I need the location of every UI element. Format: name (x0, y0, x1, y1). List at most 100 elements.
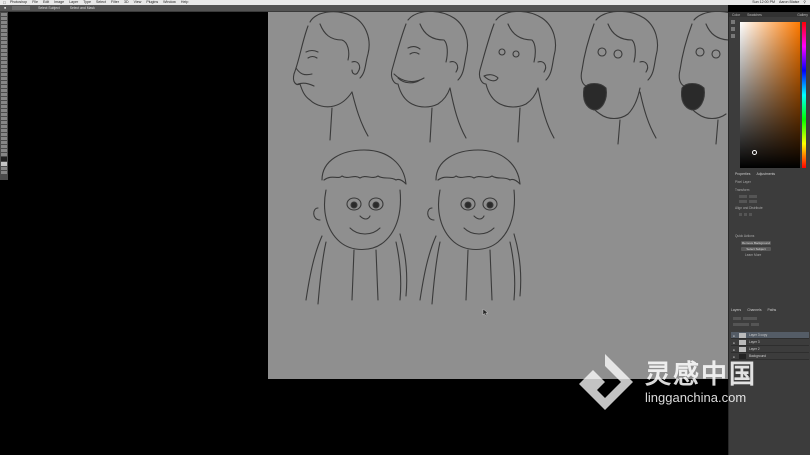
count-tool-icon[interactable] (1, 117, 7, 120)
tab-adjustments[interactable]: Adjustments (756, 172, 775, 176)
width-field[interactable] (739, 194, 747, 198)
brushes-panel-icon[interactable] (731, 27, 735, 31)
eye-icon[interactable]: ● (733, 341, 736, 345)
tab-swatches[interactable]: Swatches (747, 13, 762, 17)
pencil-tool-icon[interactable] (1, 141, 7, 144)
watermark-chinese: 灵感中国 (645, 359, 758, 389)
layer-name: Layer 2 (749, 347, 760, 351)
layer-thumbnail (739, 346, 746, 352)
shape-tool-icon[interactable] (1, 85, 7, 88)
gradient-tool-icon[interactable] (1, 61, 7, 64)
type-tool-icon[interactable] (1, 77, 7, 80)
remove-background-button[interactable]: Remove Background (741, 241, 771, 245)
layer-row[interactable]: ● Layer 3 (731, 339, 809, 346)
watermark-site: lingganchina.com (645, 390, 747, 405)
marquee-tool-icon[interactable] (1, 17, 7, 20)
color-panel-header: Color Swatches Gallery (729, 12, 810, 17)
more-tools-icon[interactable] (1, 101, 7, 104)
move-tool-icon[interactable] (1, 13, 7, 16)
select-subject-option[interactable]: Select Subject (38, 6, 60, 10)
dodge-tool-icon[interactable] (1, 69, 7, 72)
history-panel-icon[interactable] (731, 20, 735, 24)
stamp-tool-icon[interactable] (1, 49, 7, 52)
layer-thumbnail (739, 332, 746, 338)
layer-thumbnail (739, 339, 746, 345)
align-center-icon[interactable] (744, 212, 747, 216)
eyedropper-tool-icon[interactable] (1, 37, 7, 40)
foreground-color-swatch[interactable] (1, 157, 7, 161)
man-head-sketch-1 (292, 12, 370, 141)
transform-fields-2 (739, 199, 759, 203)
rotate-view-tool-icon[interactable] (1, 105, 7, 108)
tool-preset-icon[interactable]: ■ (4, 6, 6, 10)
actions-panel-icon[interactable] (731, 34, 735, 38)
tab-gallery[interactable]: Gallery (797, 13, 808, 17)
paint-bucket-tool-icon[interactable] (1, 149, 7, 152)
search-icon[interactable]: ⚲ (803, 0, 806, 5)
edit-toolbar-icon[interactable] (1, 97, 7, 100)
mixer-brush-tool-icon[interactable] (1, 137, 7, 140)
height-field[interactable] (749, 194, 757, 198)
x-field[interactable] (739, 199, 747, 203)
history-brush-tool-icon[interactable] (1, 53, 7, 56)
learn-more-link[interactable]: Learn More (745, 253, 761, 257)
color-field[interactable] (740, 22, 800, 168)
pen-tool-icon[interactable] (1, 73, 7, 76)
select-and-mask-option[interactable]: Select and Mask (70, 6, 95, 10)
zoom-tool-icon[interactable] (1, 93, 7, 96)
blur-tool-icon[interactable] (1, 65, 7, 68)
healing-tool-icon[interactable] (1, 41, 7, 44)
document-canvas[interactable] (268, 12, 728, 379)
screen-mode-icon[interactable] (1, 171, 7, 174)
blend-mode-select[interactable] (733, 322, 749, 326)
crop-tool-icon[interactable] (1, 29, 7, 32)
color-marker-icon[interactable] (752, 150, 757, 155)
opacity-field[interactable] (751, 322, 759, 326)
smudge-tool-icon[interactable] (1, 129, 7, 132)
align-right-icon[interactable] (749, 212, 752, 216)
tab-properties[interactable]: Properties (735, 172, 750, 176)
eraser-tool-icon[interactable] (1, 57, 7, 60)
layer-name: Layer 3 copy (749, 333, 768, 337)
background-color-swatch[interactable] (1, 162, 7, 166)
align-left-icon[interactable] (739, 212, 742, 216)
sharpen-tool-icon[interactable] (1, 153, 7, 156)
man-head-sketch-5 (678, 12, 728, 145)
brush-tool-icon[interactable] (1, 45, 7, 48)
artboard-tool-icon[interactable] (1, 121, 7, 124)
watermark: 灵感中国 lingganchina.com (575, 352, 785, 412)
tab-channels[interactable]: Channels (747, 308, 761, 312)
girl-head-sketch-2 (419, 149, 522, 305)
layer-kind-filter[interactable] (733, 316, 741, 320)
slice-tool-icon[interactable] (1, 125, 7, 128)
color-replace-tool-icon[interactable] (1, 145, 7, 148)
note-tool-icon[interactable] (1, 113, 7, 116)
sponge-tool-icon[interactable] (1, 133, 7, 136)
select-subject-button[interactable]: Select Subject (741, 247, 771, 251)
tab-paths[interactable]: Paths (768, 308, 777, 312)
frame-tool-icon[interactable] (1, 33, 7, 36)
color-picker[interactable] (740, 22, 806, 168)
hand-tool-icon[interactable] (1, 89, 7, 92)
properties-title: Pixel Layer (735, 180, 751, 184)
y-field[interactable] (749, 199, 757, 203)
eye-icon[interactable]: ● (733, 348, 736, 352)
properties-tabs: Properties Adjustments (735, 172, 775, 176)
option-field[interactable] (12, 6, 31, 10)
path-select-tool-icon[interactable] (1, 81, 7, 84)
hue-slider[interactable] (802, 22, 806, 168)
layer-row[interactable]: ● Layer 3 copy (731, 332, 809, 339)
watermark-logo-icon (579, 354, 633, 410)
tab-layers[interactable]: Layers (731, 308, 741, 312)
man-head-sketch-3 (478, 12, 557, 143)
lasso-tool-icon[interactable] (1, 21, 7, 24)
layer-filter-row (733, 316, 759, 320)
quick-mask-icon[interactable] (1, 167, 7, 170)
layer-filter-icons[interactable] (743, 316, 757, 320)
quick-select-tool-icon[interactable] (1, 25, 7, 28)
tab-color[interactable]: Color (732, 13, 740, 17)
ruler-tool-icon[interactable] (1, 109, 7, 112)
menubar-user[interactable]: Aaron Blaise (779, 0, 799, 5)
quick-actions-label: Quick Actions (735, 234, 755, 238)
eye-icon[interactable]: ● (733, 334, 736, 338)
